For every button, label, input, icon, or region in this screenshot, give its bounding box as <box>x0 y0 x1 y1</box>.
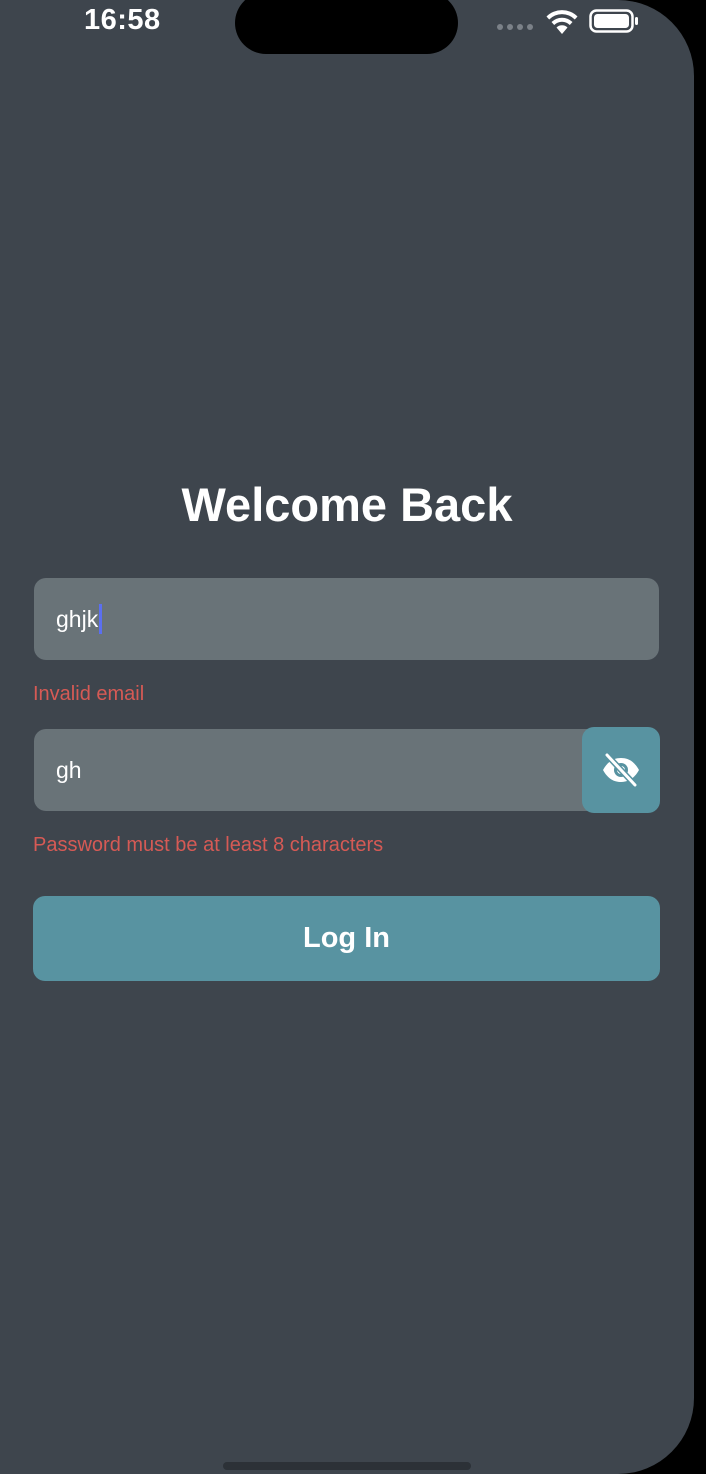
email-input[interactable]: ghjk <box>34 578 659 660</box>
battery-icon <box>589 9 638 33</box>
password-error-message: Password must be at least 8 characters <box>33 834 384 856</box>
status-time: 16:58 <box>84 4 161 36</box>
email-input-value: ghjk <box>56 606 99 632</box>
login-button[interactable]: Log In <box>33 896 660 981</box>
wifi-icon <box>546 10 578 34</box>
password-visibility-toggle[interactable] <box>582 727 660 813</box>
password-input-value: gh <box>56 757 82 783</box>
page-title: Welcome Back <box>181 478 513 531</box>
signal-dots-icon <box>497 24 533 30</box>
text-caret <box>99 604 103 634</box>
password-input[interactable]: gh <box>34 729 594 811</box>
home-indicator[interactable] <box>223 1462 471 1470</box>
email-error-message: Invalid email <box>33 683 145 705</box>
phone-screen: 16:58 Welcome Back ghjk Invalid email gh… <box>0 0 694 1474</box>
eye-off-icon <box>603 753 639 787</box>
dynamic-island <box>235 0 458 54</box>
